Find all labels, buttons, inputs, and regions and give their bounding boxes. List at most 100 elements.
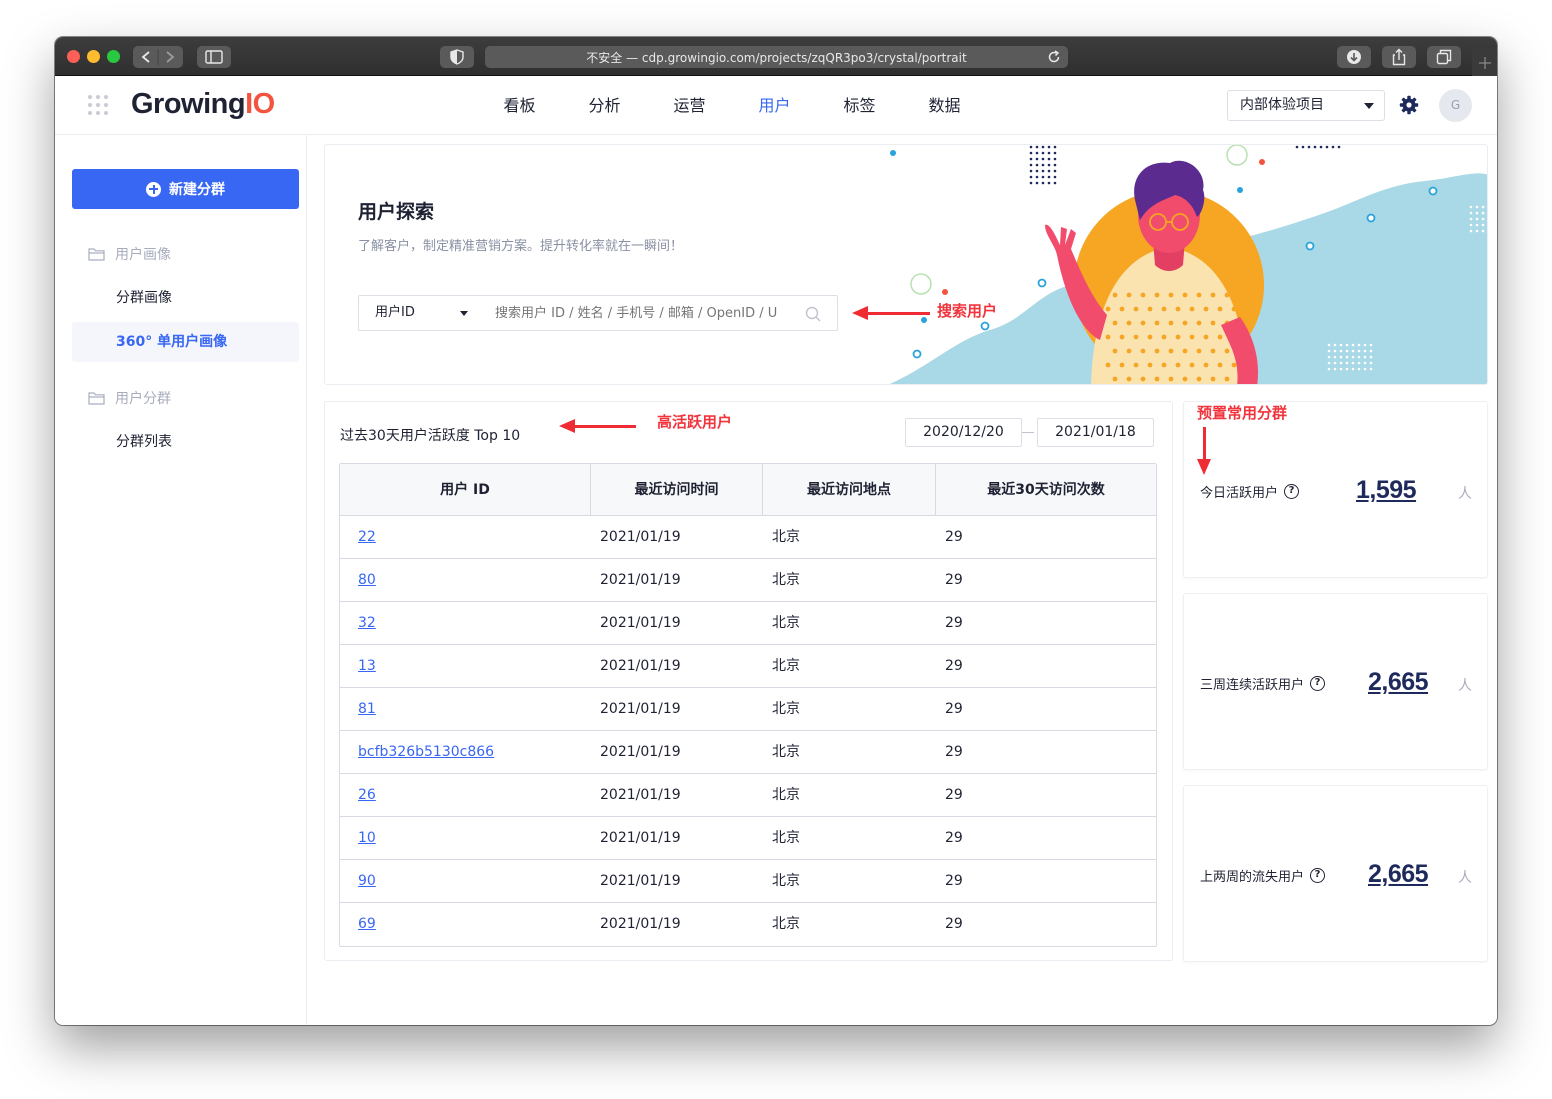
last-visit-place: 北京: [772, 787, 800, 803]
tabs-icon: [1436, 49, 1452, 65]
close-window-button[interactable]: [67, 50, 80, 63]
table-header: 用户 ID 最近访问时间 最近访问地点 最近30天访问次数: [340, 464, 1156, 516]
user-explore-banner: 用户探索 了解客户，制定精准营销方案。提升转化率就在一瞬间！ 用户ID: [324, 144, 1488, 385]
share-button[interactable]: [1382, 46, 1416, 68]
project-select[interactable]: 内部体验项目: [1227, 90, 1385, 121]
privacy-button[interactable]: [440, 46, 474, 68]
help-icon[interactable]: ?: [1284, 484, 1300, 499]
date-start-input[interactable]: 2020/12/20: [905, 418, 1022, 447]
stat-card-churned-users[interactable]: 上两周的流失用户 ? 2,665 人: [1183, 785, 1488, 962]
sidebar-toggle-button[interactable]: [197, 46, 231, 68]
back-forward-buttons[interactable]: [133, 46, 183, 68]
browser-titlebar: 不安全 — cdp.growingio.com/projects/zqQR3po…: [55, 37, 1497, 76]
user-search-input[interactable]: [479, 295, 838, 331]
folder-icon: [88, 392, 105, 405]
user-id-link[interactable]: 69: [358, 916, 376, 932]
zoom-window-button[interactable]: [107, 50, 120, 63]
nav-kanban[interactable]: 看板: [477, 76, 562, 135]
address-bar[interactable]: 不安全 — cdp.growingio.com/projects/zqQR3po…: [485, 46, 1068, 68]
browser-window: 不安全 — cdp.growingio.com/projects/zqQR3po…: [55, 37, 1497, 1025]
last-visit-time: 2021/01/19: [600, 572, 681, 588]
last-visit-time: 2021/01/19: [600, 787, 681, 803]
sidebar: 新建分群 用户画像 分群画像 360° 单用户画像 用户分群 分群列表: [55, 135, 307, 1025]
user-id-link[interactable]: 10: [358, 830, 376, 846]
back-forward-icon: [141, 49, 175, 65]
user-avatar[interactable]: G: [1439, 89, 1472, 122]
last-visit-time: 2021/01/19: [600, 830, 681, 846]
user-id-link[interactable]: 22: [358, 529, 376, 545]
user-id-link[interactable]: 26: [358, 787, 376, 803]
new-tab-button[interactable]: [1472, 49, 1497, 76]
user-id-link[interactable]: 90: [358, 873, 376, 889]
table-row: 90 2021/01/19 北京 29: [340, 860, 1156, 903]
address-text: 不安全 — cdp.growingio.com/projects/zqQR3po…: [586, 50, 967, 65]
user-id-link[interactable]: 80: [358, 572, 376, 588]
minimize-window-button[interactable]: [87, 50, 100, 63]
nav-data[interactable]: 数据: [902, 76, 987, 135]
visit-count: 29: [945, 787, 963, 803]
stat-label: 三周连续活跃用户 ?: [1200, 674, 1326, 693]
search-type-select[interactable]: 用户ID: [358, 295, 480, 331]
user-id-link[interactable]: 81: [358, 701, 376, 717]
stat-value[interactable]: 2,665: [1368, 668, 1429, 697]
annotation-arrow-search: [852, 306, 930, 320]
last-visit-place: 北京: [772, 916, 800, 932]
tabs-overview-button[interactable]: [1427, 46, 1461, 68]
last-visit-time: 2021/01/19: [600, 873, 681, 889]
stat-unit: 人: [1458, 486, 1472, 502]
app-grid-icon[interactable]: [88, 95, 108, 115]
user-id-link[interactable]: bcfb326b5130c866: [358, 744, 494, 760]
table-row: 22 2021/01/19 北京 29: [340, 516, 1156, 559]
stat-value[interactable]: 2,665: [1368, 860, 1429, 889]
nav-tags[interactable]: 标签: [817, 76, 902, 135]
table-row: 32 2021/01/19 北京 29: [340, 602, 1156, 645]
table-row: bcfb326b5130c866 2021/01/19 北京 29: [340, 731, 1156, 774]
last-visit-time: 2021/01/19: [600, 744, 681, 760]
banner-illustration: [889, 145, 1487, 384]
download-icon: [1347, 50, 1361, 64]
folder-icon: [88, 248, 105, 261]
last-visit-place: 北京: [772, 615, 800, 631]
nav-analysis[interactable]: 分析: [562, 76, 647, 135]
app-header: GrowingIO 看板 分析 运营 用户 标签 数据 内部体验项目 G: [55, 76, 1497, 135]
user-id-link[interactable]: 13: [358, 658, 376, 674]
stat-value[interactable]: 1,595: [1356, 476, 1417, 505]
new-segment-label: 新建分群: [169, 182, 225, 198]
search-icon[interactable]: [805, 306, 821, 322]
help-icon[interactable]: ?: [1310, 868, 1326, 883]
stat-card-three-week-active[interactable]: 三周连续活跃用户 ? 2,665 人: [1183, 593, 1488, 770]
last-visit-place: 北京: [772, 873, 800, 889]
stat-card-today-active[interactable]: 今日活跃用户 ? 1,595 人: [1183, 401, 1488, 578]
user-id-link[interactable]: 32: [358, 615, 376, 631]
shield-icon: [450, 49, 464, 65]
sidebar-item-segment-portrait[interactable]: 分群画像: [72, 278, 299, 318]
date-end-input[interactable]: 2021/01/18: [1037, 418, 1154, 447]
visit-count: 29: [945, 572, 963, 588]
active-users-card: 过去30天用户活跃度 Top 10 2020/12/20 2021/01/18 …: [324, 401, 1173, 961]
visit-count: 29: [945, 916, 963, 932]
reload-icon[interactable]: [1046, 49, 1062, 65]
visit-count: 29: [945, 744, 963, 760]
caret-down-icon: [460, 311, 468, 316]
sidebar-item-segment-list[interactable]: 分群列表: [72, 422, 299, 462]
help-icon[interactable]: ?: [1310, 676, 1326, 691]
visit-count: 29: [945, 873, 963, 889]
sidebar-group-user-portrait: 用户画像: [88, 244, 171, 264]
annotation-preset-groups: 预置常用分群: [1197, 404, 1288, 422]
growingio-logo[interactable]: GrowingIO: [131, 88, 275, 121]
active-users-table: 用户 ID 最近访问时间 最近访问地点 最近30天访问次数 22 2021/01…: [339, 463, 1157, 947]
sidebar-item-single-user-portrait[interactable]: 360° 单用户画像: [72, 322, 299, 362]
nav-users[interactable]: 用户: [732, 76, 817, 135]
nav-operations[interactable]: 运营: [647, 76, 732, 135]
last-visit-place: 北京: [772, 658, 800, 674]
downloads-button[interactable]: [1337, 46, 1371, 68]
new-segment-button[interactable]: 新建分群: [72, 169, 299, 209]
settings-gear-icon[interactable]: [1399, 95, 1419, 115]
table-row: 26 2021/01/19 北京 29: [340, 774, 1156, 817]
active-users-title: 过去30天用户活跃度 Top 10: [340, 428, 521, 444]
visit-count: 29: [945, 615, 963, 631]
banner-title: 用户探索: [358, 201, 435, 223]
stat-unit: 人: [1458, 678, 1472, 694]
column-header-last-visit-place: 最近访问地点: [763, 464, 936, 515]
last-visit-place: 北京: [772, 830, 800, 846]
